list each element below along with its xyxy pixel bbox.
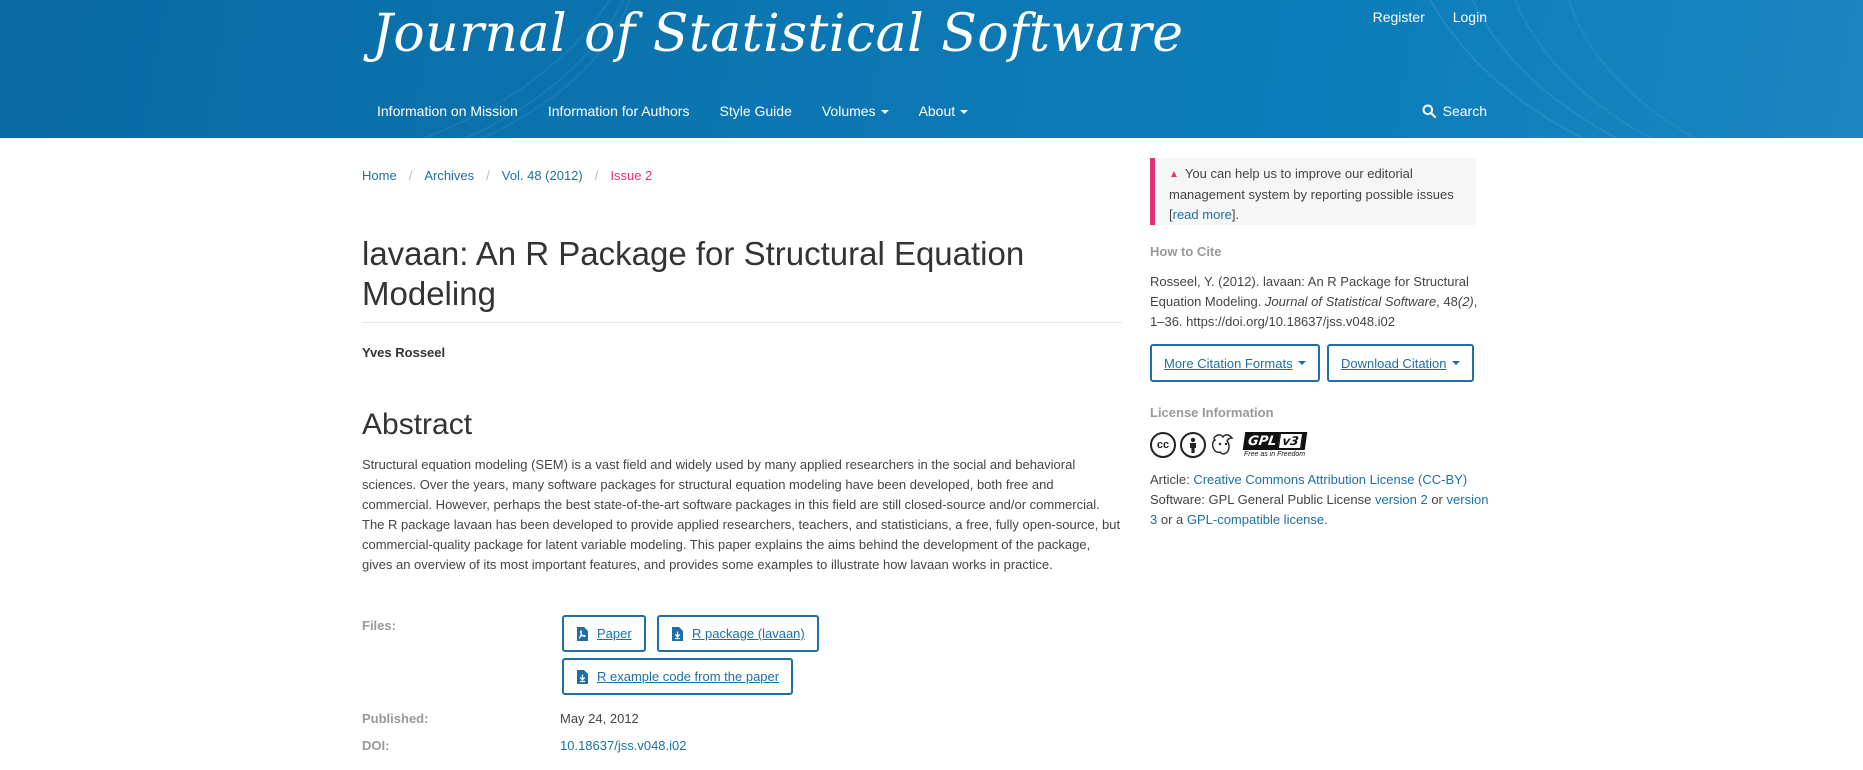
breadcrumb: Home / Archives / Vol. 48 (2012) / Issue…	[362, 168, 652, 183]
login-link[interactable]: Login	[1453, 9, 1487, 25]
published-label: Published:	[362, 711, 429, 726]
chevron-down-icon	[1297, 361, 1306, 365]
doi-link[interactable]: 10.18637/jss.v048.i02	[560, 738, 686, 753]
how-to-cite-heading: How to Cite	[1150, 244, 1222, 259]
license-icons: cc GPL v3 Free as in Freedom	[1150, 432, 1307, 458]
gpl-logo-version: v3	[1278, 433, 1303, 449]
gnu-head-icon	[1211, 434, 1234, 455]
citation-volume: , 48	[1436, 294, 1458, 309]
example-code-button-label: R example code from the paper	[597, 669, 780, 684]
citation-journal: Journal of Statistical Software	[1264, 294, 1437, 309]
report-issues-notice: ▲ You can help us to improve our editoria…	[1150, 158, 1476, 225]
breadcrumb-home[interactable]: Home	[362, 168, 397, 183]
r-package-download-button[interactable]: R package (lavaan)	[657, 615, 819, 652]
download-file-icon	[577, 669, 588, 684]
article-title: lavaan: An R Package for Structural Equa…	[362, 235, 1025, 312]
journal-title-link[interactable]: Journal of Statistical Software	[372, 4, 1184, 64]
nav-information-for-authors[interactable]: Information for Authors	[548, 103, 690, 119]
gplv3-logo: GPL v3 Free as in Freedom	[1242, 432, 1307, 458]
gpl-version-2-link[interactable]: version 2	[1375, 492, 1428, 507]
gnu-icon	[1210, 432, 1236, 458]
breadcrumb-separator: /	[486, 168, 490, 183]
chevron-down-icon	[1451, 361, 1460, 365]
register-link[interactable]: Register	[1373, 9, 1425, 25]
read-more-link[interactable]: read more	[1173, 207, 1232, 222]
nav-information-on-mission[interactable]: Information on Mission	[377, 103, 518, 119]
cc-by-license-link[interactable]: Creative Commons Attribution License (CC…	[1193, 472, 1467, 487]
software-license-or-a: or a	[1157, 512, 1187, 527]
software-license-line: Software: GPL General Public License ver…	[1150, 490, 1495, 530]
software-license-prefix: Software: GPL General Public License	[1150, 492, 1375, 507]
search-icon	[1422, 104, 1436, 118]
abstract-text: Structural equation modeling (SEM) is a …	[362, 457, 1121, 572]
breadcrumb-separator: /	[594, 168, 599, 183]
chevron-down-icon	[880, 110, 889, 115]
gpl-compatible-license-link[interactable]: GPL-compatible license	[1187, 512, 1324, 527]
chevron-down-icon	[960, 110, 969, 115]
article-license-prefix: Article:	[1150, 472, 1194, 487]
license-information-heading: License Information	[1150, 405, 1274, 420]
r-package-button-label: R package (lavaan)	[692, 626, 805, 641]
nav-style-guide[interactable]: Style Guide	[719, 103, 791, 119]
nav-volumes-dropdown[interactable]: Volumes	[822, 103, 889, 119]
example-code-download-button[interactable]: R example code from the paper	[562, 658, 794, 695]
title-divider	[362, 322, 1122, 323]
gplv3-logo-mark: GPL v3	[1242, 432, 1307, 450]
abstract-heading: Abstract	[362, 408, 473, 441]
citation-text: Rosseel, Y. (2012). lavaan: An R Package…	[1150, 272, 1495, 332]
breadcrumb-volume[interactable]: Vol. 48 (2012)	[502, 168, 583, 183]
more-citation-formats-label: More Citation Formats	[1164, 355, 1293, 371]
pdf-file-icon	[577, 626, 588, 641]
search-label: Search	[1442, 103, 1487, 119]
main-nav: Information on Mission Information for A…	[377, 103, 969, 119]
gpl-logo-text: GPL	[1246, 433, 1278, 449]
article-license-line: Article: Creative Commons Attribution Li…	[1150, 470, 1495, 490]
site-header: Journal of Statistical Software Register…	[0, 0, 1863, 138]
files-label: Files:	[362, 618, 396, 633]
nav-about-dropdown[interactable]: About	[919, 103, 969, 119]
notice-text-end: ].	[1231, 207, 1240, 222]
article-author: Yves Rosseel	[362, 345, 446, 360]
doi-label: DOI:	[362, 738, 390, 753]
search-button[interactable]: Search	[1422, 103, 1487, 119]
person-icon	[1190, 437, 1196, 453]
license-text: Article: Creative Commons Attribution Li…	[1150, 470, 1495, 530]
download-citation-button[interactable]: Download Citation	[1327, 344, 1474, 382]
attribution-icon	[1180, 432, 1206, 458]
breadcrumb-archives[interactable]: Archives	[424, 168, 474, 183]
breadcrumb-current: Issue 2	[610, 168, 653, 183]
download-file-icon	[672, 626, 683, 641]
published-date: May 24, 2012	[560, 711, 639, 726]
creative-commons-icon: cc	[1150, 432, 1176, 458]
download-citation-label: Download Citation	[1341, 355, 1447, 371]
paper-download-button[interactable]: Paper	[562, 615, 646, 652]
software-license-period: .	[1324, 512, 1328, 527]
paper-button-label: Paper	[597, 626, 632, 641]
warning-triangle-icon: ▲	[1169, 169, 1179, 180]
gpl-logo-tagline: Free as in Freedom	[1244, 451, 1306, 458]
citation-issue: (2)	[1457, 294, 1474, 309]
breadcrumb-separator: /	[408, 168, 413, 183]
nav-about-label: About	[918, 103, 956, 119]
nav-volumes-label: Volumes	[821, 103, 876, 119]
software-license-or: or	[1427, 492, 1447, 507]
user-nav: Register Login	[1373, 9, 1487, 25]
more-citation-formats-button[interactable]: More Citation Formats	[1150, 344, 1320, 382]
